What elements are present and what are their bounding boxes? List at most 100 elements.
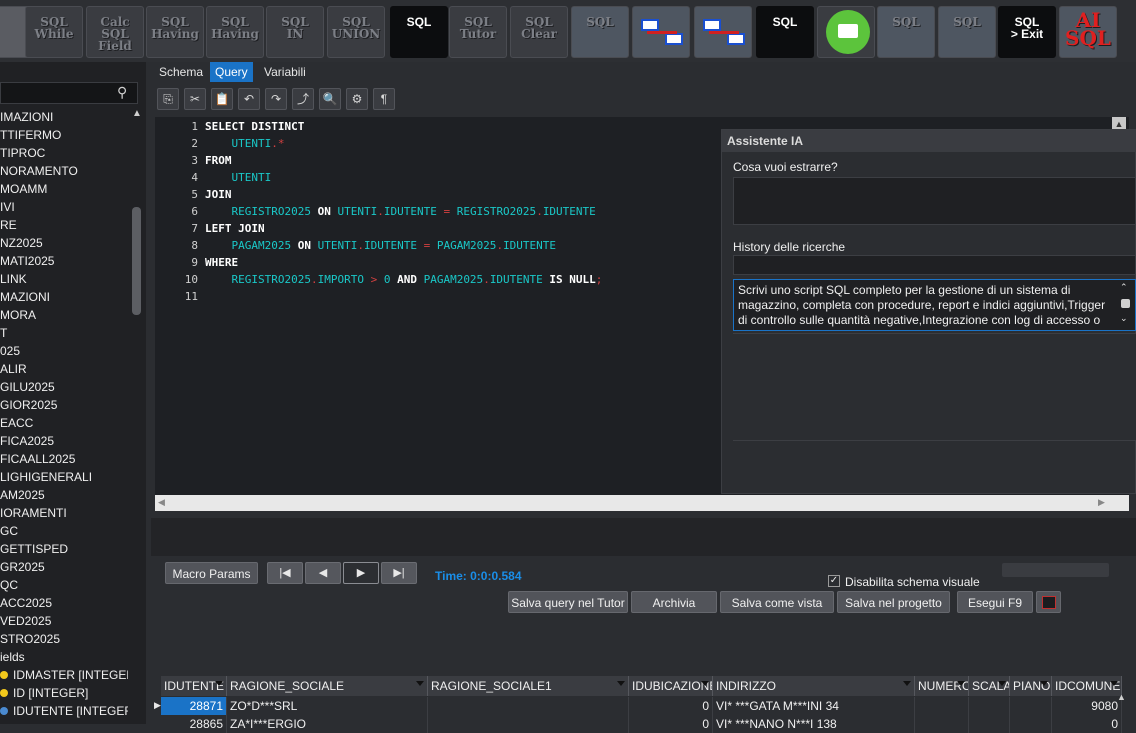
grid-cell[interactable]: 0	[1052, 715, 1122, 733]
execute-button[interactable]: Esegui F9	[957, 591, 1033, 613]
grid-cell[interactable]: 0	[629, 715, 713, 733]
sql-script-button[interactable]: SQL	[571, 6, 629, 58]
disable-visual-schema-checkbox[interactable]: ✓	[828, 575, 840, 587]
grid-cell[interactable]: 28865	[161, 715, 227, 733]
schema-scrollbar[interactable]: ▲	[130, 108, 143, 724]
tree-item[interactable]: AM2025	[0, 486, 128, 504]
tree-item[interactable]: LIGHIGENERALI	[0, 468, 128, 486]
grid-cell[interactable]	[969, 697, 1010, 715]
tab-query[interactable]: Query	[210, 62, 253, 82]
grid-cell[interactable]: VI* ***NANO N***I 138	[713, 715, 915, 733]
save-tutor-button[interactable]: Salva query nel Tutor	[508, 591, 628, 613]
column-header-indirizzo[interactable]: INDIRIZZO	[713, 676, 915, 696]
tree-item[interactable]: STRO2025	[0, 630, 128, 648]
history-scroll-up-icon[interactable]: ⌃	[1120, 282, 1128, 293]
tree-item[interactable]: GR2025	[0, 558, 128, 576]
sql-in-button[interactable]: SQL IN	[266, 6, 324, 58]
grid-cell[interactable]: 28871	[161, 697, 227, 715]
tree-item[interactable]: MORA	[0, 306, 128, 324]
column-header-idutente[interactable]: IDUTENTE	[161, 676, 227, 696]
add-join-button[interactable]	[632, 6, 690, 58]
tree-item[interactable]: NZ2025	[0, 234, 128, 252]
sql-search-add-button[interactable]: SQL	[938, 6, 996, 58]
sql-tutor-button[interactable]: SQL Tutor	[449, 6, 507, 58]
tree-item[interactable]: EACC	[0, 414, 128, 432]
grid-cell[interactable]: ZO*D***SRL	[227, 697, 428, 715]
tree-item[interactable]: FICAALL2025	[0, 450, 128, 468]
column-header-piano[interactable]: PIANO	[1010, 676, 1052, 696]
next-record-button[interactable]: ▶	[343, 562, 379, 584]
export-icon[interactable]	[1036, 591, 1061, 613]
tree-item[interactable]: TIPROC	[0, 144, 128, 162]
tree-item[interactable]: T	[0, 324, 128, 342]
column-filter-icon[interactable]	[957, 681, 965, 686]
editor-tool-6-icon[interactable]: 🔍	[319, 88, 341, 110]
scroll-left-icon[interactable]: ◀	[158, 497, 165, 508]
tree-item[interactable]: IVI	[0, 198, 128, 216]
editor-tool-0-icon[interactable]: ⎘	[157, 88, 179, 110]
tree-item[interactable]: GIOR2025	[0, 396, 128, 414]
grid-cell[interactable]: ZA*I***ERGIO	[227, 715, 428, 733]
search-icon[interactable]: ⚲	[117, 84, 127, 101]
tree-item[interactable]: ALIR	[0, 360, 128, 378]
tab-variabili[interactable]: Variabili	[259, 62, 311, 82]
grid-cell[interactable]	[1010, 715, 1052, 733]
macro-params-button[interactable]: Macro Params	[165, 562, 258, 584]
grid-cell[interactable]	[969, 715, 1010, 733]
sql-having-button[interactable]: SQL Having	[146, 6, 204, 58]
column-filter-icon[interactable]	[903, 681, 911, 686]
column-header-idubicazione[interactable]: IDUBICAZIONE	[629, 676, 713, 696]
grid-cell[interactable]	[915, 715, 969, 733]
tree-item[interactable]: ACC2025	[0, 594, 128, 612]
calc-sql-field-button[interactable]: Calc SQL Field	[86, 6, 144, 58]
sql-sort-button[interactable]: SQL	[756, 6, 814, 58]
grid-cell[interactable]: 9080	[1052, 697, 1122, 715]
tree-item[interactable]: MOAMM	[0, 180, 128, 198]
sql-clear-button[interactable]: SQL Clear	[510, 6, 568, 58]
column-filter-icon[interactable]	[1110, 681, 1118, 686]
field-item[interactable]: IDMASTER [INTEGER]	[0, 666, 128, 684]
column-header-idcomune[interactable]: IDCOMUNE	[1052, 676, 1122, 696]
editor-tool-1-icon[interactable]: ✂	[184, 88, 206, 110]
column-filter-icon[interactable]	[701, 681, 709, 686]
history-scroll-down-icon[interactable]: ⌄	[1120, 313, 1128, 324]
tree-item[interactable]: IORAMENTI	[0, 504, 128, 522]
sql-chart-button[interactable]: SQL	[877, 6, 935, 58]
grid-cell[interactable]	[428, 697, 629, 715]
grid-scroll-up-icon[interactable]: ▲	[1117, 692, 1126, 702]
grid-cell[interactable]: 0	[629, 697, 713, 715]
column-header-ragione_sociale[interactable]: RAGIONE_SOCIALE	[227, 676, 428, 696]
editor-tool-7-icon[interactable]: ⚙	[346, 88, 368, 110]
editor-tool-5-icon[interactable]: ⤴	[292, 88, 314, 110]
tree-item[interactable]: VED2025	[0, 612, 128, 630]
tree-item[interactable]: FICA2025	[0, 432, 128, 450]
ai-question-input[interactable]	[733, 177, 1136, 225]
tree-item[interactable]: GILU2025	[0, 378, 128, 396]
scroll-right-icon[interactable]: ▶	[1098, 497, 1105, 508]
tree-item[interactable]: ields	[0, 648, 128, 666]
tab-schema[interactable]: Schema	[154, 62, 209, 82]
print-button[interactable]	[817, 6, 875, 58]
schema-scroll-thumb[interactable]	[132, 207, 141, 315]
prev-record-button[interactable]: ◀	[305, 562, 341, 584]
save-view-button[interactable]: Salva come vista	[720, 591, 834, 613]
tree-item[interactable]: 025	[0, 342, 128, 360]
sql-having2-button[interactable]: SQL Having	[206, 6, 264, 58]
tree-item[interactable]: LINK	[0, 270, 128, 288]
history-scroll-thumb[interactable]	[1121, 299, 1130, 308]
column-filter-icon[interactable]	[416, 681, 424, 686]
field-item[interactable]: ID [INTEGER]	[0, 684, 128, 702]
field-item[interactable]: IDUTENTE [INTEGER]	[0, 702, 128, 720]
grid-cell[interactable]	[1010, 697, 1052, 715]
column-header-ragione_sociale1[interactable]: RAGIONE_SOCIALE1	[428, 676, 629, 696]
ai-history-filter[interactable]	[733, 255, 1136, 275]
column-filter-icon[interactable]	[215, 681, 223, 686]
column-filter-icon[interactable]	[617, 681, 625, 686]
editor-hscrollbar[interactable]: ◀ ▶	[155, 495, 1129, 511]
editor-tool-2-icon[interactable]: 📋	[211, 88, 233, 110]
remove-join-button[interactable]	[694, 6, 752, 58]
tree-item[interactable]: MATI2025	[0, 252, 128, 270]
grid-cell[interactable]	[915, 697, 969, 715]
column-filter-icon[interactable]	[1040, 681, 1048, 686]
tree-item[interactable]: RE	[0, 216, 128, 234]
